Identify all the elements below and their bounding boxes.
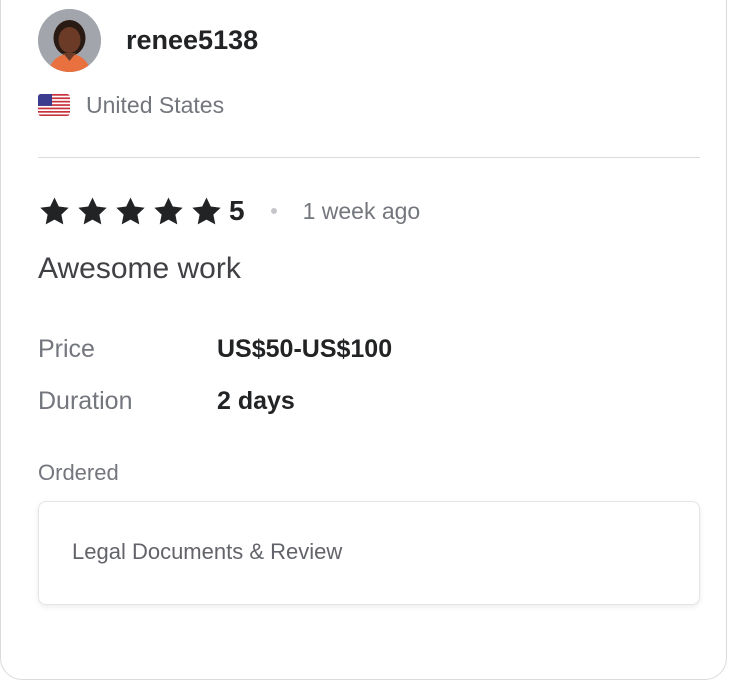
- price-label: Price: [38, 335, 95, 363]
- star-icon: [190, 195, 223, 228]
- review-text: Awesome work: [38, 252, 241, 285]
- star-icon: [152, 195, 185, 228]
- star-rating: [38, 195, 228, 228]
- username[interactable]: renee5138: [126, 24, 258, 56]
- star-icon: [38, 195, 71, 228]
- ordered-label: Ordered: [38, 460, 119, 485]
- country-name: United States: [86, 92, 225, 118]
- country-row: United States: [38, 91, 224, 119]
- review-time: 1 week ago: [302, 197, 421, 224]
- star-icon: [114, 195, 147, 228]
- price-value: US$50-US$100: [217, 335, 393, 363]
- us-flag-icon: [38, 94, 70, 116]
- ordered-item-name[interactable]: Legal Documents & Review: [72, 537, 342, 567]
- rating-value: 5: [229, 195, 245, 226]
- separator-dot: [270, 208, 277, 214]
- rating-row: 5 1 week ago: [38, 191, 420, 231]
- review-card: renee5138 United States 5 1 week ago Awe…: [0, 0, 727, 680]
- star-icon: [76, 195, 109, 228]
- avatar[interactable]: [38, 9, 101, 72]
- divider: [38, 157, 700, 158]
- duration-value: 2 days: [217, 387, 295, 415]
- duration-label: Duration: [38, 387, 133, 415]
- ordered-item-card[interactable]: Legal Documents & Review: [38, 501, 700, 605]
